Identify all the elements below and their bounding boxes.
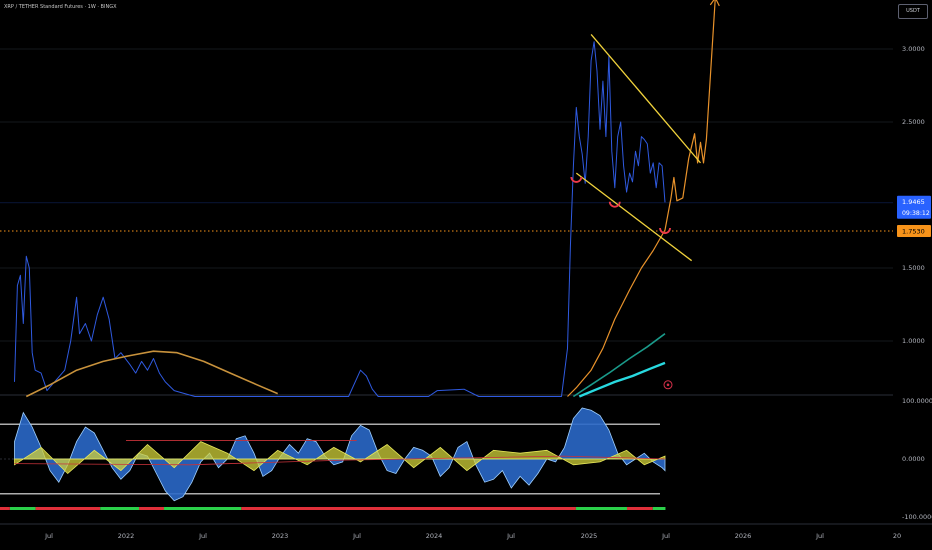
time-tick-label: Jul — [44, 532, 53, 540]
trend-state-bar — [652, 507, 666, 510]
signal-marker-dot — [666, 383, 670, 387]
time-tick-label: Jul — [661, 532, 670, 540]
time-tick-label: Jul — [815, 532, 824, 540]
price-tick-label: 3.0000 — [902, 45, 925, 53]
trend-state-bar — [139, 507, 165, 510]
time-tick-label: 2026 — [735, 532, 752, 540]
time-tick-label: 20 — [893, 532, 901, 540]
current-price-label: 1.9465 — [902, 198, 925, 206]
time-tick-label: Jul — [198, 532, 207, 540]
ma-line-orange — [567, 229, 666, 397]
price-line — [14, 41, 666, 397]
ma-line-teal — [572, 333, 666, 398]
trend-state-bar — [164, 507, 242, 510]
symbol-title: XRP / TETHER Standard Futures · 1W · BIN… — [4, 4, 117, 10]
trend-state-bar — [9, 507, 36, 510]
trend-state-bar — [35, 507, 101, 510]
time-tick-label: 2023 — [272, 532, 289, 540]
price-tick-label: 1.0000 — [902, 337, 925, 345]
trend-state-bar — [627, 507, 653, 510]
time-tick-label: 2024 — [426, 532, 443, 540]
projection-line — [664, 0, 716, 231]
osc-tick-label: -100.0000 — [902, 513, 932, 521]
trend-state-bar — [575, 507, 628, 510]
osc-tick-label: 100.0000 — [902, 397, 932, 405]
chart-canvas[interactable]: 3.0000 2.5000 1.5000 1.0000 1.9465 09:38:12 1.… — [0, 0, 932, 550]
trend-state-bar — [100, 507, 140, 510]
long-ma-line — [25, 350, 279, 398]
time-tick-label: 2025 — [581, 532, 598, 540]
trend-state-bar — [0, 507, 10, 510]
price-tick-label: 1.5000 — [902, 264, 925, 272]
time-tick-label: 2022 — [118, 532, 135, 540]
price-tick-label: 2.5000 — [902, 118, 925, 126]
osc-tick-label: 0.0000 — [902, 455, 925, 463]
bar-countdown-label: 09:38:12 — [902, 210, 930, 217]
price-level-label: 1.7530 — [902, 228, 925, 236]
lower-trendline — [575, 172, 693, 262]
time-tick-label: Jul — [506, 532, 515, 540]
currency-button[interactable]: USDT — [898, 4, 928, 19]
time-tick-label: Jul — [352, 532, 361, 540]
trend-state-bar — [241, 507, 576, 510]
